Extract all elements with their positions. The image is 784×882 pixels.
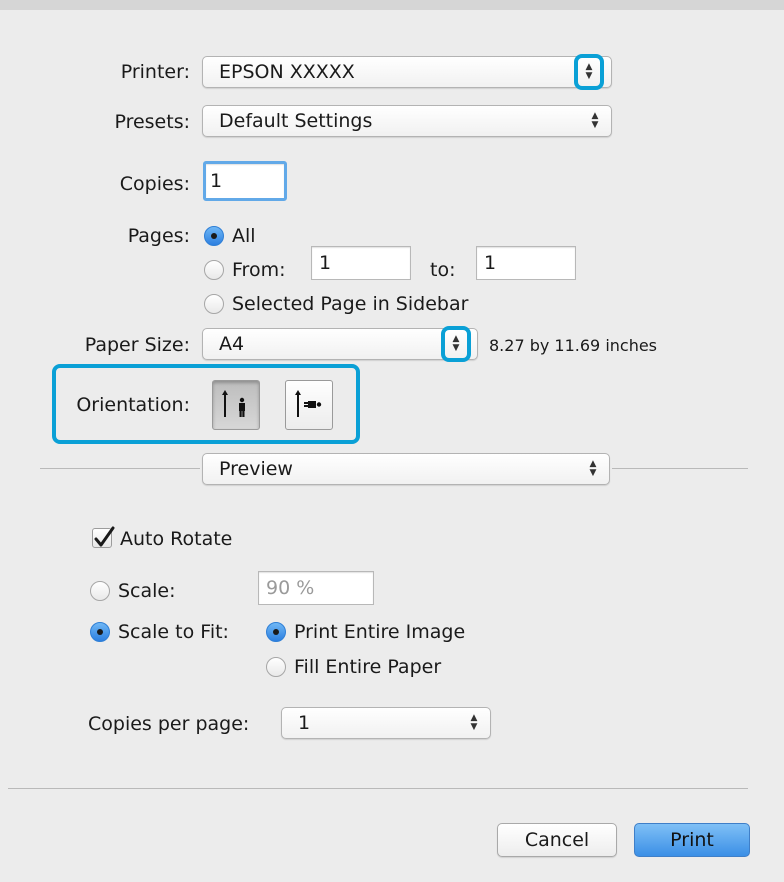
copies-field[interactable]: 1	[203, 161, 287, 201]
section-popup[interactable]: Preview ▲ ▼	[202, 453, 610, 485]
pages-to-label: to:	[430, 259, 456, 281]
section-stepper-icon: ▲ ▼	[589, 459, 597, 478]
orientation-label: Orientation:	[76, 394, 190, 416]
paper-size-stepper-icon[interactable]: ▲ ▼	[441, 326, 471, 362]
pages-to-value: 1	[484, 252, 497, 274]
scale-value: 90 %	[266, 577, 315, 599]
pages-all-label: All	[232, 225, 256, 247]
scale-to-fit-radio[interactable]	[90, 622, 110, 642]
paper-size-value: A4	[219, 333, 245, 355]
presets-value: Default Settings	[219, 110, 373, 132]
portrait-icon	[222, 390, 245, 417]
cancel-button[interactable]: Cancel	[497, 823, 617, 857]
auto-rotate-checkbox[interactable]	[92, 526, 115, 548]
pages-sidebar-radio[interactable]	[204, 294, 224, 314]
copies-per-page-label: Copies per page:	[88, 713, 250, 735]
pages-from-value: 1	[319, 252, 332, 274]
print-button[interactable]: Print	[634, 823, 750, 857]
section-separator-left	[40, 468, 200, 469]
print-entire-image-label: Print Entire Image	[294, 621, 466, 643]
scale-field[interactable]: 90 %	[258, 571, 374, 605]
pages-all-radio[interactable]	[204, 226, 224, 246]
printer-popup[interactable]: EPSON XXXXX	[202, 56, 612, 88]
copies-per-page-value: 1	[298, 712, 311, 734]
fill-entire-paper-label: Fill Entire Paper	[294, 656, 442, 678]
pages-label: Pages:	[127, 225, 190, 247]
presets-stepper-icon: ▲ ▼	[591, 111, 599, 130]
pages-from-radio[interactable]	[204, 260, 224, 280]
pages-from-field[interactable]: 1	[311, 246, 411, 280]
presets-label: Presets:	[114, 111, 190, 133]
print-dialog: Printer: EPSON XXXXX ▲ ▼ Presets: Default…	[0, 0, 784, 882]
copies-label: Copies:	[119, 173, 190, 195]
printer-label: Printer:	[120, 61, 190, 83]
landscape-icon	[295, 390, 322, 417]
fill-entire-paper-radio[interactable]	[266, 657, 286, 677]
scale-to-fit-label: Scale to Fit:	[118, 621, 229, 643]
print-entire-image-radio[interactable]	[266, 622, 286, 642]
landscape-orientation-button[interactable]	[285, 380, 333, 430]
printer-stepper-icon[interactable]: ▲ ▼	[574, 54, 604, 90]
presets-popup[interactable]: Default Settings ▲ ▼	[202, 105, 612, 137]
copies-per-page-popup[interactable]: 1 ▲ ▼	[281, 707, 491, 739]
bottom-separator	[8, 788, 748, 789]
pages-to-field[interactable]: 1	[476, 246, 576, 280]
scale-radio[interactable]	[90, 581, 110, 601]
copies-per-page-stepper-icon: ▲ ▼	[470, 713, 478, 732]
paper-size-popup[interactable]: A4	[202, 328, 478, 360]
pages-from-label: From:	[232, 259, 286, 281]
paper-size-label: Paper Size:	[84, 334, 190, 356]
section-popup-value: Preview	[219, 458, 293, 480]
portrait-orientation-button[interactable]	[212, 380, 260, 430]
checkmark-icon	[94, 526, 115, 547]
pages-sidebar-label: Selected Page in Sidebar	[232, 293, 469, 315]
copies-value: 1	[210, 170, 223, 192]
section-separator-right	[612, 468, 748, 469]
scale-label: Scale:	[118, 580, 176, 602]
paper-size-dimensions: 8.27 by 11.69 inches	[489, 336, 658, 355]
printer-value: EPSON XXXXX	[219, 61, 355, 83]
auto-rotate-label: Auto Rotate	[120, 528, 233, 550]
